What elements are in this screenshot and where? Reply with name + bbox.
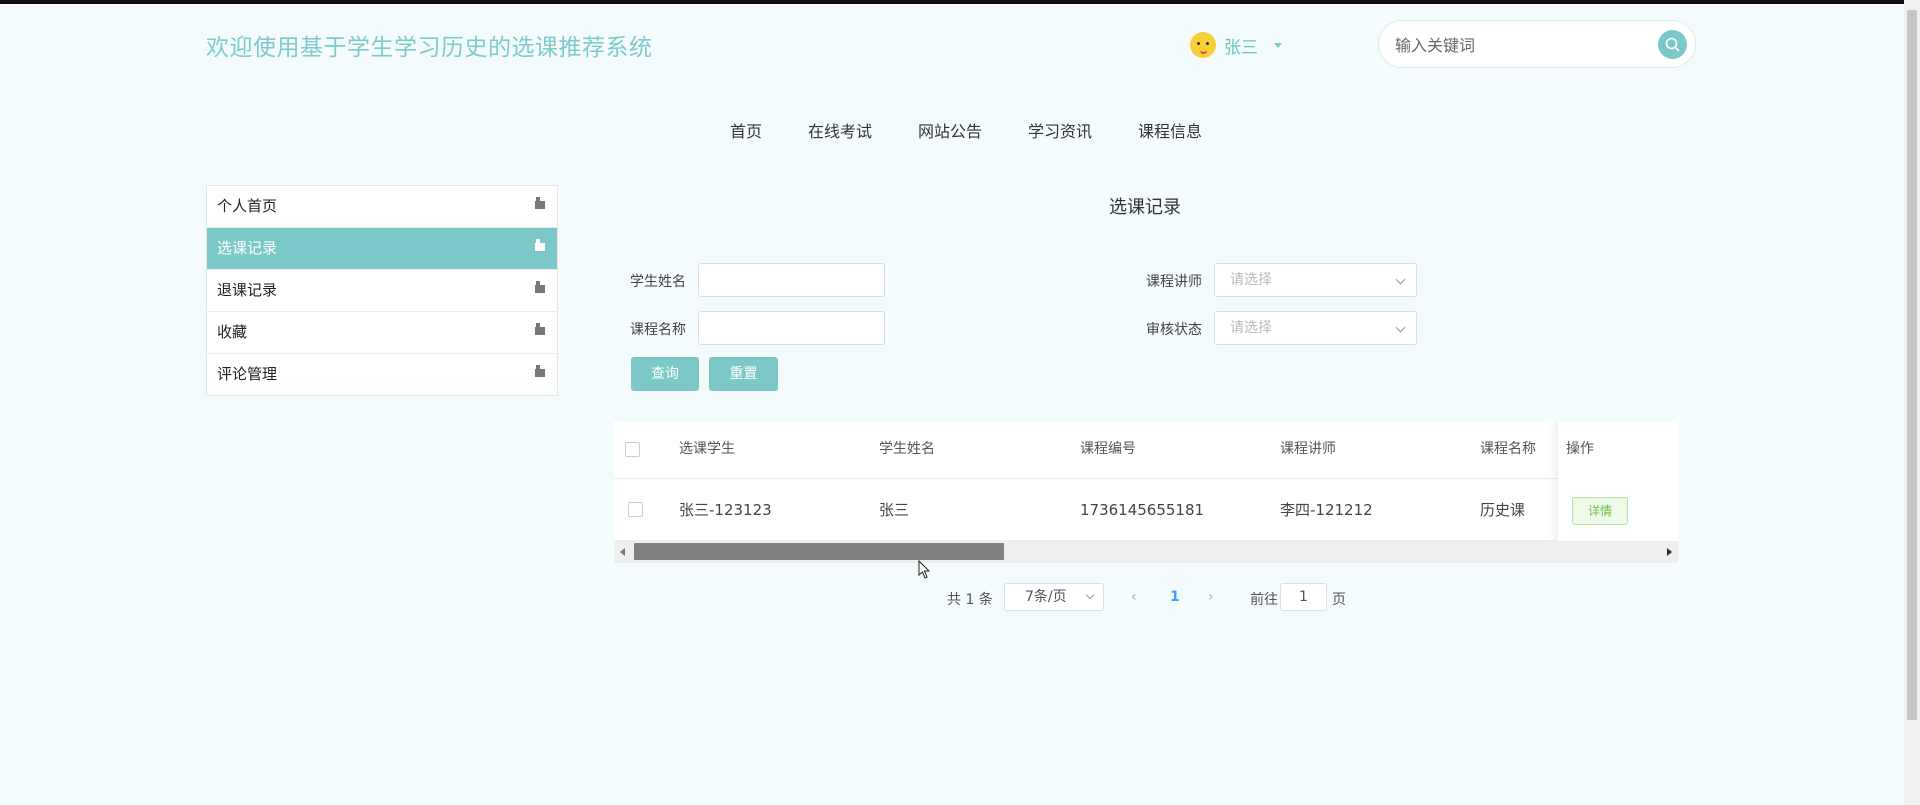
- sidebar-item-favorites[interactable]: 收藏: [207, 312, 557, 354]
- home-icon: [535, 239, 545, 251]
- nav-item-announcements[interactable]: 网站公告: [918, 118, 982, 142]
- column-header[interactable]: 选课学生: [679, 421, 735, 478]
- course-name-input[interactable]: [698, 311, 885, 345]
- table-cell: 张三: [879, 501, 910, 519]
- scroll-right-arrow-icon[interactable]: [1667, 548, 1672, 556]
- table-cell: 历史课: [1480, 501, 1526, 519]
- teacher-select[interactable]: 请选择: [1214, 263, 1417, 297]
- table-cell: 1736145655181: [1080, 501, 1205, 519]
- records-table: 选课学生 学生姓名 课程编号 课程讲师 课程名称 张三-123123 张三 17…: [614, 421, 1678, 563]
- select-all-checkbox[interactable]: [625, 442, 640, 457]
- page-size-value: 7条/页: [1025, 589, 1067, 605]
- site-title: 欢迎使用基于学生学习历史的选课推荐系统: [206, 35, 653, 61]
- reset-button[interactable]: 重置: [709, 357, 778, 391]
- detail-button[interactable]: 详情: [1572, 497, 1628, 525]
- status-select[interactable]: 请选择: [1214, 311, 1417, 345]
- sidebar-item-label: 选课记录: [217, 239, 278, 257]
- search-input[interactable]: [1393, 31, 1637, 59]
- actions-column: 操作 详情: [1558, 421, 1678, 541]
- prev-page-icon[interactable]: ‹: [1131, 583, 1137, 611]
- status-label: 审核状态: [1146, 322, 1202, 338]
- chevron-down-icon: [1085, 590, 1095, 600]
- home-icon: [535, 197, 545, 209]
- content-panel: 选课记录 学生姓名 课程名称 课程讲师 请选择 审核状态 请选择 查询 重置 选…: [590, 185, 1680, 630]
- pagination-total: 共 1 条: [947, 592, 993, 608]
- scroll-left-arrow-icon[interactable]: [620, 548, 625, 556]
- search-button[interactable]: [1658, 30, 1687, 59]
- sidebar-item-withdrawal-records[interactable]: 退课记录: [207, 270, 557, 312]
- nav-item-online-exam[interactable]: 在线考试: [808, 118, 872, 142]
- page-size-select[interactable]: 7条/页: [1004, 583, 1104, 611]
- home-icon: [535, 365, 545, 377]
- column-header[interactable]: 课程讲师: [1280, 421, 1336, 478]
- home-icon: [535, 323, 545, 335]
- row-checkbox[interactable]: [628, 502, 643, 517]
- student-name-label: 学生姓名: [630, 274, 686, 290]
- sidebar-item-label: 退课记录: [217, 281, 278, 299]
- sidebar-item-comment-management[interactable]: 评论管理: [207, 354, 557, 395]
- chevron-down-icon: [1395, 322, 1406, 333]
- home-icon: [535, 281, 545, 293]
- column-header[interactable]: 课程名称: [1480, 421, 1536, 478]
- main-nav: 首页 在线考试 网站公告 学习资讯 课程信息: [0, 118, 1920, 142]
- course-name-label: 课程名称: [630, 322, 686, 338]
- avatar[interactable]: [1190, 32, 1216, 58]
- sidebar-item-label: 个人首页: [217, 197, 278, 215]
- sidebar-item-label: 评论管理: [217, 365, 278, 383]
- goto-suffix: 页: [1332, 592, 1346, 608]
- sidebar-item-label: 收藏: [217, 323, 248, 341]
- horizontal-scrollbar[interactable]: [614, 541, 1678, 563]
- caret-down-icon[interactable]: [1274, 42, 1282, 48]
- query-button[interactable]: 查询: [631, 357, 699, 391]
- goto-page-input[interactable]: 1: [1280, 583, 1327, 611]
- page-scrollbar[interactable]: [1904, 0, 1920, 805]
- search-icon: [1665, 37, 1680, 52]
- column-header[interactable]: 学生姓名: [879, 421, 935, 478]
- sidebar-item-enrollment-records[interactable]: 选课记录: [207, 228, 557, 270]
- column-header: 操作: [1566, 441, 1594, 457]
- header-divider: [614, 478, 1678, 479]
- status-select-placeholder: 请选择: [1230, 320, 1272, 336]
- sidebar-item-personal-home[interactable]: 个人首页: [207, 186, 557, 228]
- teacher-select-placeholder: 请选择: [1230, 272, 1272, 288]
- nav-item-course-info[interactable]: 课程信息: [1138, 118, 1202, 142]
- page-scrollbar-thumb[interactable]: [1907, 10, 1917, 720]
- goto-prefix: 前往: [1250, 592, 1278, 608]
- top-border: [0, 0, 1920, 4]
- search-box: [1378, 20, 1696, 68]
- student-name-input[interactable]: [698, 263, 885, 297]
- username[interactable]: 张三: [1224, 33, 1258, 58]
- nav-item-home[interactable]: 首页: [730, 118, 762, 142]
- page-title: 选课记录: [1109, 197, 1181, 218]
- page-number-current[interactable]: 1: [1170, 583, 1180, 611]
- table-cell: 李四-121212: [1280, 501, 1373, 519]
- user-menu[interactable]: 张三: [1190, 32, 1282, 58]
- sidebar: 个人首页 选课记录 退课记录 收藏 评论管理: [206, 185, 558, 396]
- scrollbar-thumb[interactable]: [634, 543, 1004, 560]
- nav-item-study-news[interactable]: 学习资讯: [1028, 118, 1092, 142]
- mouse-cursor-icon: [918, 560, 931, 579]
- table-cell: 张三-123123: [679, 501, 772, 519]
- teacher-label: 课程讲师: [1146, 274, 1202, 290]
- chevron-down-icon: [1395, 274, 1406, 285]
- next-page-icon[interactable]: ›: [1208, 583, 1214, 611]
- column-header[interactable]: 课程编号: [1080, 421, 1136, 478]
